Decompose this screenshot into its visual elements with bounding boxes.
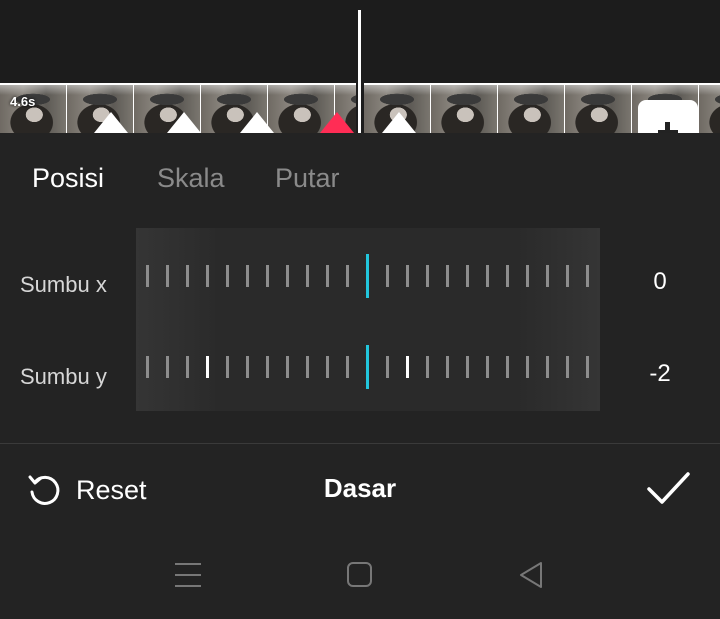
ruler-tick (526, 356, 529, 378)
divider (0, 443, 720, 444)
sumbu-y-label: Sumbu y (20, 364, 107, 389)
reset-button[interactable]: Reset (26, 470, 147, 510)
panel-title: Dasar (323, 473, 397, 503)
ruler-tick (326, 356, 329, 378)
ruler-tick (546, 265, 549, 287)
ruler-tick (506, 265, 509, 287)
ruler-tick (286, 265, 289, 287)
ruler-tick (446, 356, 449, 378)
checkmark-icon[interactable] (644, 466, 692, 510)
ruler-tick (546, 356, 549, 378)
ruler-tick (326, 265, 329, 287)
ruler-tick (506, 356, 509, 378)
ruler-tick (246, 265, 249, 287)
ruler-tick (246, 356, 249, 378)
ruler-tick (186, 265, 189, 287)
sumbu-x-label: Sumbu x (20, 272, 107, 297)
clip-frame (498, 85, 564, 133)
reset-icon (28, 475, 60, 505)
ruler-tick (586, 265, 589, 287)
ruler-keyframe-marker (406, 356, 409, 378)
sumbu-x-ruler-slider[interactable] (140, 254, 596, 298)
playhead[interactable] (358, 10, 361, 133)
ruler-tick (406, 265, 409, 287)
ruler-tick (446, 265, 449, 287)
ruler-tick (146, 356, 149, 378)
clip-frame (431, 85, 497, 133)
ruler-tick (466, 265, 469, 287)
clip-frame (699, 85, 720, 133)
sumbu-y-value: -2 (649, 360, 671, 387)
ruler-tick (186, 356, 189, 378)
plus-icon-bar (658, 130, 678, 133)
ruler-tick (426, 356, 429, 378)
ruler-keyframe-marker (206, 356, 209, 378)
ruler-tick (346, 265, 349, 287)
clip-frame (565, 85, 631, 133)
ruler-tick (166, 356, 169, 378)
ruler-tick (266, 356, 269, 378)
ruler-tick (426, 265, 429, 287)
ruler-center-indicator (366, 254, 369, 298)
keyframe-diamond-icon[interactable] (240, 112, 274, 133)
ruler-tick (306, 265, 309, 287)
clip-frame (0, 85, 66, 133)
menu-icon[interactable] (171, 558, 205, 592)
keyframe-diamond-icon[interactable] (94, 112, 128, 133)
ruler-tick (146, 265, 149, 287)
tab-posisi[interactable]: Posisi (32, 163, 104, 194)
ruler-tick (466, 356, 469, 378)
ruler-tick (226, 265, 229, 287)
ruler-tick (486, 356, 489, 378)
ruler-tick (166, 265, 169, 287)
ruler-tick (386, 356, 389, 378)
ruler-center-indicator (366, 345, 369, 389)
add-clip-button[interactable] (638, 100, 698, 133)
ruler-tick (206, 265, 209, 287)
sumbu-x-value: 0 (653, 268, 667, 295)
keyframe-diamond-icon[interactable] (320, 112, 354, 133)
ruler-tick (586, 356, 589, 378)
ruler-tick (386, 265, 389, 287)
reset-label: Reset (76, 474, 147, 505)
sumbu-y-ruler-slider[interactable] (140, 345, 596, 389)
ruler-tick (306, 356, 309, 378)
ruler-tick (286, 356, 289, 378)
ruler-tick (486, 265, 489, 287)
tab-putar[interactable]: Putar (275, 163, 340, 194)
ruler-tick (226, 356, 229, 378)
back-icon[interactable] (515, 558, 549, 592)
ruler-tick (346, 356, 349, 378)
ruler-tick (566, 356, 569, 378)
video-timeline[interactable]: 4.6s (0, 0, 720, 133)
clip-duration-badge: 4.6s (10, 94, 36, 109)
keyframe-diamond-icon[interactable] (382, 112, 416, 133)
ruler-tick (526, 265, 529, 287)
home-icon[interactable] (343, 558, 377, 592)
ruler-tick (266, 265, 269, 287)
keyframe-diamond-icon[interactable] (167, 112, 201, 133)
tab-skala[interactable]: Skala (157, 163, 225, 194)
ruler-tick (566, 265, 569, 287)
